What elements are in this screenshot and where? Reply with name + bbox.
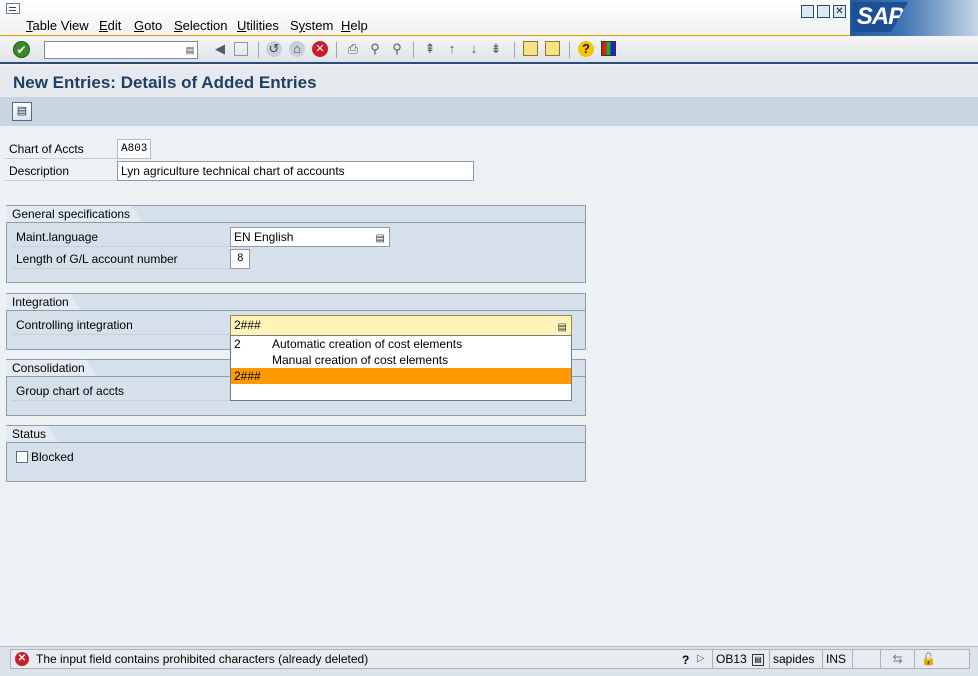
system-info-icon[interactable]: ▤: [752, 654, 764, 666]
dropdown-option[interactable]: 2 Automatic creation of cost elements: [231, 336, 571, 352]
status-group: Status: [6, 425, 586, 482]
description-label: Description: [5, 162, 117, 181]
toolbar-separator: [336, 42, 337, 58]
print-icon[interactable]: ⎙: [345, 41, 361, 57]
select-detail-icon[interactable]: ▤: [12, 102, 32, 121]
toolbar-separator: [514, 42, 515, 58]
dropdown-option[interactable]: Manual creation of cost elements: [231, 352, 571, 368]
menu-edit[interactable]: Edit: [99, 18, 121, 33]
general-specifications-group: General specifications Maint.language EN…: [6, 205, 586, 283]
value-help-icon[interactable]: ▤: [376, 230, 385, 248]
cancel-icon[interactable]: ✕: [312, 41, 328, 57]
standard-toolbar: ✔ ▤ ◀ ↺ ⌂ ✕ ⎙ ⚲ ⚲ ⇞ ↑ ↓ ⇟ ?: [0, 37, 978, 64]
status-bar-spacer: [852, 650, 880, 668]
toolbar-separator: [413, 42, 414, 58]
menu-help[interactable]: Help: [341, 18, 368, 33]
command-field[interactable]: ▤: [44, 41, 198, 59]
status-title: Status: [6, 425, 59, 443]
option-text: Manual creation of cost elements: [272, 353, 449, 367]
command-dropdown-icon[interactable]: ▤: [185, 44, 195, 56]
minimize-icon[interactable]: [801, 5, 814, 18]
chart-of-accts-label: Chart of Accts: [5, 140, 117, 159]
chart-of-accts-field[interactable]: A803: [117, 139, 151, 159]
toolbar-separator: [569, 42, 570, 58]
exit-icon[interactable]: ⌂: [289, 41, 305, 57]
back-nav-icon[interactable]: ◀: [212, 41, 228, 57]
last-page-icon[interactable]: ⇟: [488, 41, 504, 57]
close-icon[interactable]: ✕: [833, 5, 846, 18]
maint-language-label: Maint.language: [12, 228, 230, 247]
layout-menu-icon[interactable]: [601, 41, 616, 56]
maint-language-field[interactable]: EN English ▤: [230, 227, 390, 247]
find-next-icon[interactable]: ⚲: [389, 41, 405, 57]
status-message[interactable]: The input field contains prohibited char…: [36, 652, 368, 666]
description-field[interactable]: Lyn agriculture technical chart of accou…: [117, 161, 474, 181]
general-specifications-title: General specifications: [6, 205, 143, 223]
menu-goto[interactable]: Goto: [134, 18, 162, 33]
save-icon[interactable]: [234, 42, 248, 56]
next-page-icon[interactable]: ↓: [466, 41, 482, 57]
title-bar: New Entries: Details of Added Entries: [0, 66, 978, 97]
toolbar-separator: [258, 42, 259, 58]
transaction-code: OB13: [712, 650, 750, 668]
find-icon[interactable]: ⚲: [367, 41, 383, 57]
menu-system[interactable]: System: [290, 18, 333, 33]
help-icon[interactable]: ?: [578, 41, 594, 57]
menu-utilities[interactable]: Utilities: [237, 18, 279, 33]
blocked-checkbox[interactable]: [16, 451, 28, 463]
option-key: 2: [234, 337, 241, 351]
group-title-line: [7, 310, 585, 311]
maximize-icon[interactable]: [817, 5, 830, 18]
connection-icon: ⇆: [880, 650, 914, 668]
gl-length-label: Length of G/L account number: [12, 250, 230, 269]
create-session-icon[interactable]: [523, 41, 538, 56]
dropdown-option[interactable]: [231, 384, 571, 400]
blocked-label: Blocked: [31, 450, 74, 464]
status-expand-icon[interactable]: ▷: [697, 653, 705, 664]
server-name: sapides: [769, 650, 817, 668]
maint-language-value: EN English: [234, 230, 294, 244]
secure-lock-icon[interactable]: 🔓: [914, 650, 942, 668]
integration-title: Integration: [6, 293, 82, 311]
controlling-integration-dropdown[interactable]: 2### ▤: [230, 315, 572, 336]
first-page-icon[interactable]: ⇞: [422, 41, 438, 57]
page-title: New Entries: Details of Added Entries: [13, 73, 317, 92]
gl-length-field[interactable]: 8: [230, 249, 250, 269]
shortcut-icon[interactable]: [545, 41, 560, 56]
controlling-integration-label: Controlling integration: [12, 316, 230, 335]
menu-selection[interactable]: Selection: [174, 18, 227, 33]
option-text: Automatic creation of cost elements: [272, 337, 463, 351]
insert-mode: INS: [822, 650, 849, 668]
back-icon[interactable]: ↺: [266, 41, 282, 57]
menu-table-view[interactable]: Table View: [26, 18, 89, 33]
controlling-integration-value: 2###: [234, 318, 261, 332]
application-toolbar: ▤: [0, 97, 978, 126]
controlling-integration-list: 2 Automatic creation of cost elements Ma…: [230, 335, 572, 401]
group-chart-label: Group chart of accts: [12, 382, 230, 401]
status-bar: ✕ The input field contains prohibited ch…: [0, 646, 978, 676]
status-help-icon[interactable]: ?: [682, 653, 689, 667]
consolidation-title: Consolidation: [6, 359, 98, 377]
group-title-line: [7, 442, 585, 443]
previous-page-icon[interactable]: ↑: [444, 41, 460, 57]
system-menu-icon[interactable]: [6, 3, 20, 14]
menu-bar: Table View Edit Goto Selection Utilities…: [0, 0, 978, 36]
dropdown-option-selected[interactable]: 2###: [231, 368, 571, 384]
error-icon: ✕: [15, 652, 29, 666]
enter-icon[interactable]: ✔: [13, 41, 30, 58]
option-key: 2###: [234, 369, 261, 383]
